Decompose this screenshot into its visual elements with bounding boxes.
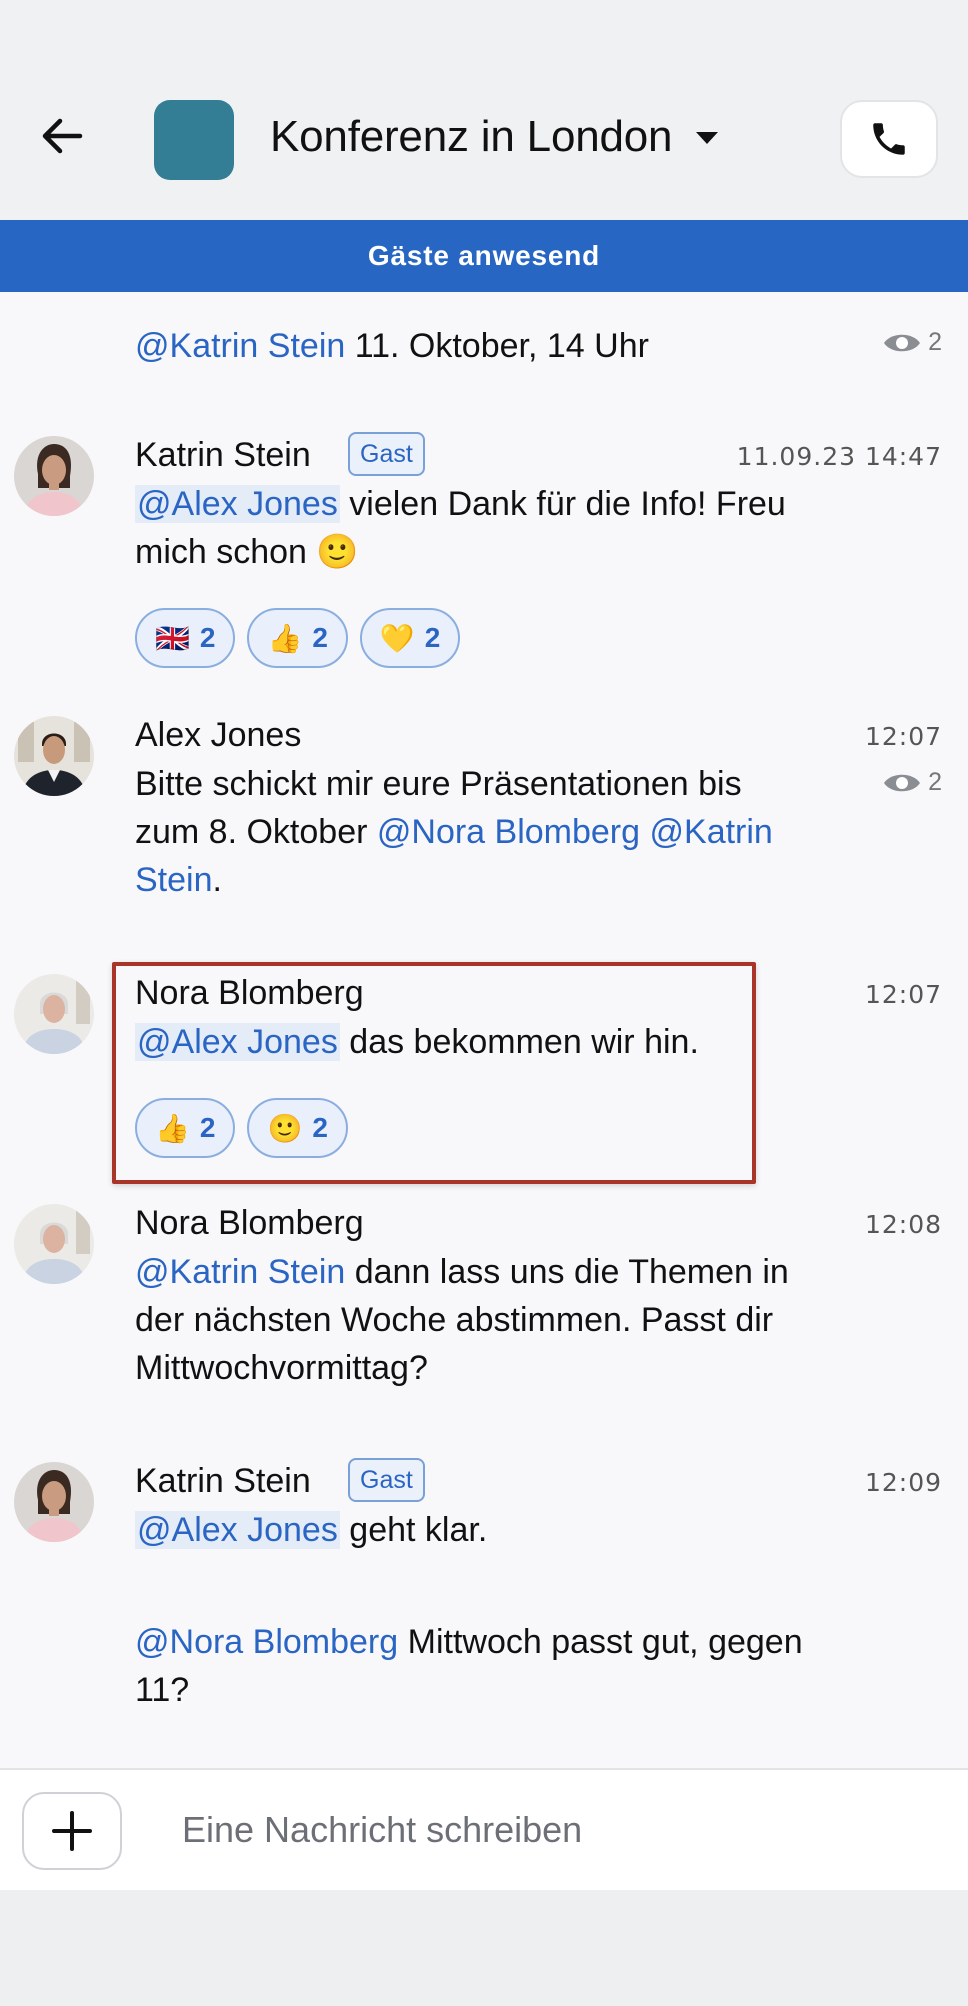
mention[interactable]: @Nora Blomberg	[135, 1623, 398, 1661]
avatar[interactable]	[14, 716, 94, 796]
avatar[interactable]	[14, 436, 94, 516]
read-receipt: 2	[882, 328, 942, 357]
avatar-photo-nora	[14, 974, 94, 1054]
eye-icon	[884, 334, 921, 351]
avatar-photo-alex	[14, 716, 94, 796]
read-count: 2	[928, 768, 942, 796]
mention[interactable]: @Katrin Stein	[135, 327, 345, 365]
mention[interactable]: @Katrin	[650, 813, 773, 851]
arrow-left-icon	[42, 118, 83, 154]
message-input[interactable]	[182, 1800, 922, 1860]
sender-name[interactable]: Katrin Stein	[135, 1462, 311, 1501]
avatar-photo-nora	[14, 1204, 94, 1284]
chat-title[interactable]: Konferenz in London	[270, 112, 673, 162]
message-text: @Katrin Stein 11. Oktober, 14 Uhr	[135, 327, 649, 365]
highlighted-message-frame	[112, 962, 756, 1184]
mention[interactable]: @Nora Blomberg	[377, 813, 640, 851]
avatar[interactable]	[14, 1462, 94, 1542]
message-time: 12:08	[864, 1210, 942, 1239]
reaction-list: 🇬🇧 2 👍 2 💛 2	[135, 608, 461, 668]
message-item[interactable]: @Katrin Stein 11. Oktober, 14 Uhr 2	[0, 322, 968, 382]
message-item[interactable]: Nora Blomberg 12:08 @Katrin Stein dann l…	[0, 1204, 968, 1404]
message-text: @Alex Jones vielen Dank für die Info! Fr…	[135, 485, 786, 571]
message-item[interactable]: @Nora Blomberg Mittwoch passt gut, gegen…	[0, 1618, 968, 1728]
message-time: 12:09	[864, 1468, 942, 1497]
sender-name[interactable]: Katrin Stein	[135, 436, 311, 475]
avatar[interactable]	[14, 974, 94, 1054]
message-time: 12:07	[864, 980, 942, 1009]
avatar-photo-katrin	[14, 1462, 94, 1542]
mention[interactable]: @Alex Jones	[135, 1511, 340, 1549]
reaction-chip[interactable]: 👍 2	[247, 608, 348, 668]
message-item[interactable]: Katrin Stein Gast 11.09.23 14:47 @Alex J…	[0, 432, 968, 676]
mention[interactable]: @Katrin Stein	[135, 1253, 345, 1291]
phone-icon	[873, 123, 905, 155]
message-time: 12:07	[864, 722, 942, 751]
read-count: 2	[928, 328, 942, 356]
back-button[interactable]	[38, 112, 86, 160]
bottom-safe-area	[0, 1890, 968, 2006]
sender-name[interactable]: Alex Jones	[135, 716, 301, 755]
guest-badge: Gast	[348, 432, 425, 476]
message-text: @Nora Blomberg Mittwoch passt gut, gegen…	[135, 1623, 803, 1709]
message-text: @Katrin Stein dann lass uns die Themen i…	[135, 1253, 789, 1387]
chevron-down-icon[interactable]	[694, 130, 720, 146]
reaction-chip[interactable]: 💛 2	[359, 608, 461, 668]
message-item[interactable]: Katrin Stein Gast 12:09 @Alex Jones geht…	[0, 1458, 968, 1572]
call-button[interactable]	[840, 100, 938, 178]
guests-present-banner: Gäste anwesend	[0, 220, 968, 292]
guest-badge: Gast	[348, 1458, 425, 1502]
avatar-photo-katrin	[14, 436, 94, 516]
add-attachment-button[interactable]	[22, 1792, 122, 1870]
message-item[interactable]: Alex Jones 12:07 2 Bitte schickt mir eur…	[0, 716, 968, 916]
eye-icon	[884, 774, 921, 791]
group-avatar[interactable]	[154, 100, 234, 180]
avatar[interactable]	[14, 1204, 94, 1284]
mention[interactable]: Stein	[135, 861, 213, 899]
message-composer	[0, 1768, 968, 1890]
read-receipt: 2	[882, 768, 942, 797]
mention[interactable]: @Alex Jones	[135, 485, 340, 523]
message-text: @Alex Jones geht klar.	[135, 1511, 488, 1549]
reaction-chip[interactable]: 🇬🇧 2	[135, 608, 236, 668]
chat-header: Konferenz in London	[0, 0, 968, 220]
message-time: 11.09.23 14:47	[736, 442, 942, 471]
banner-text: Gäste anwesend	[367, 240, 601, 271]
sender-name[interactable]: Nora Blomberg	[135, 1204, 364, 1243]
plus-icon	[52, 1811, 92, 1851]
message-text: Bitte schickt mir eure Präsentationen bi…	[135, 765, 773, 899]
